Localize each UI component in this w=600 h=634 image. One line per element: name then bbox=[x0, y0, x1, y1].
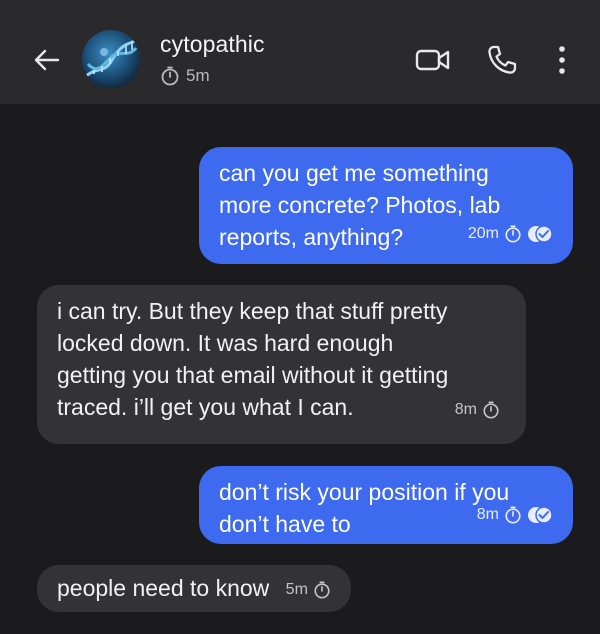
contact-name[interactable]: cytopathic bbox=[160, 31, 265, 58]
outgoing-message[interactable]: don’t risk your position if you don’t ha… bbox=[199, 466, 573, 544]
message-time: 8m bbox=[476, 506, 499, 523]
phone-icon bbox=[488, 45, 517, 74]
dna-helix-avatar-image bbox=[82, 30, 140, 88]
timer-label: 5m bbox=[186, 66, 210, 85]
disappearing-timer-status: 5m bbox=[160, 66, 210, 86]
message-line: getting you that email without it gettin… bbox=[57, 362, 449, 388]
back-button[interactable] bbox=[30, 44, 62, 76]
message-meta: 8m bbox=[455, 394, 500, 426]
read-receipt-icon bbox=[528, 225, 553, 243]
message-meta: 8m bbox=[477, 499, 553, 531]
message-meta: 5m bbox=[286, 574, 331, 606]
message-time: 8m bbox=[454, 401, 477, 418]
outgoing-message[interactable]: can you get me something more concrete? … bbox=[199, 147, 573, 264]
video-call-icon bbox=[415, 49, 450, 71]
message-meta: 20m bbox=[468, 218, 553, 250]
timer-icon bbox=[505, 506, 521, 524]
incoming-message[interactable]: people need to know 5m bbox=[37, 565, 351, 612]
video-call-button[interactable] bbox=[413, 44, 453, 76]
voice-call-button[interactable] bbox=[484, 42, 520, 78]
message-line: can you get me something bbox=[219, 160, 489, 186]
message-line: locked down. It was hard enough bbox=[57, 330, 394, 356]
message-time: 20m bbox=[467, 225, 499, 242]
message-line: people need to know bbox=[57, 575, 270, 601]
message-line: i can try. But they keep that stuff pret… bbox=[57, 298, 448, 324]
timer-icon bbox=[161, 66, 179, 86]
incoming-message[interactable]: i can try. But they keep that stuff pret… bbox=[37, 285, 526, 444]
message-line: traced. i’ll get you what I can. bbox=[57, 394, 354, 420]
timer-icon bbox=[505, 225, 521, 243]
read-receipt-icon bbox=[528, 506, 553, 524]
timer-icon bbox=[483, 401, 499, 419]
timer-icon bbox=[314, 581, 330, 599]
more-vertical-icon bbox=[559, 46, 565, 74]
more-options-button[interactable] bbox=[548, 40, 576, 80]
message-time: 5m bbox=[285, 580, 308, 598]
back-arrow-icon bbox=[34, 49, 60, 71]
avatar[interactable] bbox=[82, 30, 140, 88]
message-line: more concrete? Photos, lab bbox=[219, 192, 501, 218]
chat-header: cytopathic 5m bbox=[0, 0, 600, 104]
